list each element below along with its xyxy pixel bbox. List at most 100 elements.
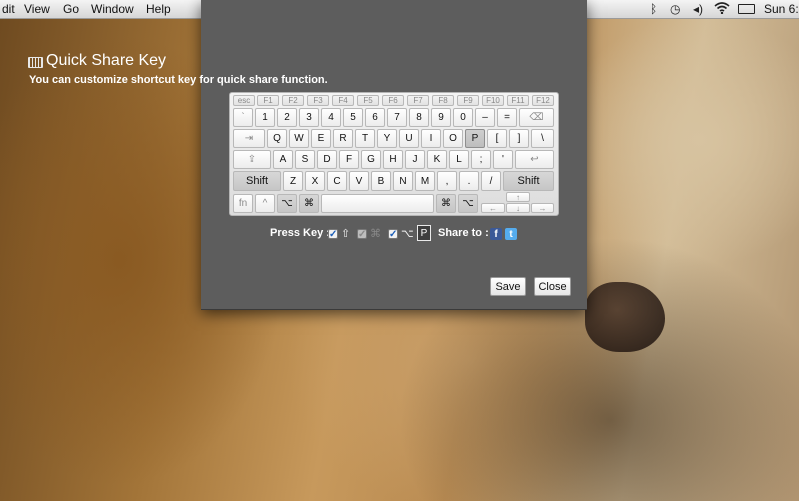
key-right-bracket[interactable]: ] [509,129,529,148]
key-w[interactable]: W [289,129,309,148]
menu-window[interactable]: Window [91,2,134,16]
key-f[interactable]: F [339,150,359,169]
key-f1[interactable]: F1 [257,95,279,106]
key-arrow-down[interactable]: ↓ [506,203,530,213]
key-f4[interactable]: F4 [332,95,354,106]
key-delete[interactable]: ⌫ [519,108,554,127]
key-right-command[interactable]: ⌘ [436,194,456,213]
command-modifier-symbol: ⌘ [370,228,381,240]
key-4[interactable]: 4 [321,108,341,127]
key-v[interactable]: V [349,171,369,191]
menu-view[interactable]: View [24,2,50,16]
key-x[interactable]: X [305,171,325,191]
key-f9[interactable]: F9 [457,95,479,106]
key-arrow-left[interactable]: ← [481,203,505,213]
key-p-selected[interactable]: P [465,129,485,148]
key-fn[interactable]: fn [233,194,253,213]
menubar-clock[interactable]: Sun 6: [764,2,799,16]
option-checkbox[interactable]: ✓ [388,229,398,240]
volume-icon[interactable]: ◂) [693,2,703,16]
key-comma[interactable]: , [437,171,457,191]
key-backtick[interactable]: ` [233,108,253,127]
battery-icon[interactable] [738,4,755,14]
key-u[interactable]: U [399,129,419,148]
dialog-subtitle: You can customize shortcut key for quick… [29,74,328,86]
key-0[interactable]: 0 [453,108,473,127]
key-control[interactable]: ^ [255,194,275,213]
key-f6[interactable]: F6 [382,95,404,106]
time-machine-icon[interactable]: ◷ [670,2,680,16]
key-minus[interactable]: – [475,108,495,127]
menu-go[interactable]: Go [63,2,79,16]
twitter-icon[interactable]: t [505,228,517,240]
key-left-command[interactable]: ⌘ [299,194,319,213]
wallpaper-lion-nose [585,282,665,352]
key-left-shift[interactable]: Shift [233,171,281,191]
key-c[interactable]: C [327,171,347,191]
key-g[interactable]: G [361,150,381,169]
key-left-option[interactable]: ⌥ [277,194,297,213]
key-f11[interactable]: F11 [507,95,529,106]
key-f10[interactable]: F10 [482,95,504,106]
menu-help[interactable]: Help [146,2,171,16]
save-button[interactable]: Save [490,277,526,296]
key-i[interactable]: I [421,129,441,148]
key-f12[interactable]: F12 [532,95,554,106]
key-f5[interactable]: F5 [357,95,379,106]
key-y[interactable]: Y [377,129,397,148]
key-r[interactable]: R [333,129,353,148]
key-8[interactable]: 8 [409,108,429,127]
key-z[interactable]: Z [283,171,303,191]
key-k[interactable]: K [427,150,447,169]
key-n[interactable]: N [393,171,413,191]
key-q[interactable]: Q [267,129,287,148]
key-f3[interactable]: F3 [307,95,329,106]
key-slash[interactable]: / [481,171,501,191]
key-f7[interactable]: F7 [407,95,429,106]
key-3[interactable]: 3 [299,108,319,127]
key-o[interactable]: O [443,129,463,148]
key-5[interactable]: 5 [343,108,363,127]
wifi-icon[interactable] [714,2,730,15]
key-caps-lock[interactable]: ⇪ [233,150,271,169]
key-esc[interactable]: esc [233,95,255,106]
key-f2[interactable]: F2 [282,95,304,106]
key-6[interactable]: 6 [365,108,385,127]
key-1[interactable]: 1 [255,108,275,127]
key-s[interactable]: S [295,150,315,169]
key-f8[interactable]: F8 [432,95,454,106]
key-b[interactable]: B [371,171,391,191]
facebook-icon[interactable]: f [490,228,502,240]
key-h[interactable]: H [383,150,403,169]
key-d[interactable]: D [317,150,337,169]
key-e[interactable]: E [311,129,331,148]
dialog-title: Quick Share Key [46,52,167,69]
bluetooth-icon[interactable]: ᛒ [650,2,657,16]
key-right-shift[interactable]: Shift [503,171,554,191]
key-tab[interactable]: ⇥ [233,129,265,148]
key-j[interactable]: J [405,150,425,169]
command-checkbox[interactable]: ✓ [357,229,367,240]
key-space[interactable] [321,194,434,213]
key-semicolon[interactable]: ; [471,150,491,169]
key-9[interactable]: 9 [431,108,451,127]
key-arrow-up[interactable]: ↑ [506,192,530,202]
key-backslash[interactable]: \ [531,129,554,148]
selected-key-box: P [417,225,431,241]
shift-checkbox[interactable]: ✓ [328,229,338,240]
key-quote[interactable]: ' [493,150,513,169]
key-2[interactable]: 2 [277,108,297,127]
key-a[interactable]: A [273,150,293,169]
key-t[interactable]: T [355,129,375,148]
key-left-bracket[interactable]: [ [487,129,507,148]
key-m[interactable]: M [415,171,435,191]
close-button[interactable]: Close [534,277,571,296]
key-l[interactable]: L [449,150,469,169]
key-arrow-right[interactable]: → [531,203,554,213]
key-7[interactable]: 7 [387,108,407,127]
key-return[interactable]: ↩ [515,150,554,169]
key-right-option[interactable]: ⌥ [458,194,478,213]
key-equals[interactable]: = [497,108,517,127]
key-period[interactable]: . [459,171,479,191]
menu-edit[interactable]: dit [2,2,15,16]
